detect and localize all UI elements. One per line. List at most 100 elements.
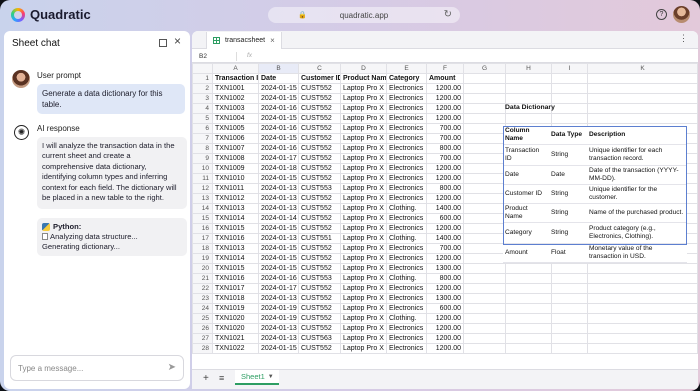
cell[interactable]: Laptop Pro X bbox=[340, 173, 387, 184]
dictionary-cell[interactable]: Date bbox=[503, 165, 549, 185]
cell[interactable]: 2024-01-14 bbox=[258, 213, 299, 224]
maximize-icon[interactable] bbox=[159, 39, 167, 47]
dictionary-cell[interactable]: String bbox=[549, 222, 587, 244]
more-options-icon[interactable]: ⋮ bbox=[679, 33, 688, 44]
row-number[interactable]: 13 bbox=[192, 193, 213, 204]
cell-reference[interactable]: B2 bbox=[199, 53, 207, 60]
cell[interactable]: CUST552 bbox=[298, 313, 341, 324]
cell[interactable]: 2024-01-16 bbox=[258, 273, 299, 284]
cell[interactable]: TXN1020 bbox=[212, 313, 259, 324]
cell[interactable]: Amount bbox=[426, 73, 464, 84]
empty-cell[interactable] bbox=[505, 73, 552, 84]
cell[interactable]: Clothing. bbox=[386, 313, 427, 324]
dictionary-cell[interactable]: Monetary value of the transaction in USD… bbox=[587, 243, 687, 263]
cell[interactable]: 2024-01-17 bbox=[258, 153, 299, 164]
cell[interactable]: CUST552 bbox=[298, 113, 341, 124]
close-icon[interactable]: × bbox=[174, 34, 181, 48]
empty-cell[interactable] bbox=[551, 273, 588, 284]
cell[interactable]: Laptop Pro X bbox=[340, 253, 387, 264]
add-sheet-icon[interactable]: + bbox=[203, 373, 209, 384]
cell[interactable]: Laptop Pro X bbox=[340, 183, 387, 194]
row-number[interactable]: 21 bbox=[192, 273, 213, 284]
cell[interactable]: Laptop Pro X bbox=[340, 343, 387, 354]
column-header[interactable]: I bbox=[551, 63, 588, 74]
row-number[interactable]: 4 bbox=[192, 103, 213, 114]
empty-cell[interactable] bbox=[463, 233, 506, 244]
row-number[interactable]: 26 bbox=[192, 323, 213, 334]
dictionary-cell[interactable]: String bbox=[549, 203, 587, 223]
row-number[interactable]: 27 bbox=[192, 333, 213, 344]
empty-cell[interactable] bbox=[587, 333, 698, 344]
cell[interactable]: 2024-01-13 bbox=[258, 333, 299, 344]
cell[interactable]: Electronics bbox=[386, 223, 427, 234]
cell[interactable]: TXN1001 bbox=[212, 83, 259, 94]
cell[interactable]: Electronics bbox=[386, 303, 427, 314]
cell[interactable]: TXN1015 bbox=[212, 263, 259, 274]
cell[interactable]: 2024-01-19 bbox=[258, 303, 299, 314]
empty-cell[interactable] bbox=[505, 263, 552, 274]
cell[interactable]: TXN1021 bbox=[212, 333, 259, 344]
cell[interactable]: 2024-01-15 bbox=[258, 253, 299, 264]
cell[interactable]: Electronics bbox=[386, 263, 427, 274]
cell[interactable]: 700.00 bbox=[426, 133, 464, 144]
dictionary-cell[interactable]: Amount bbox=[503, 243, 549, 263]
empty-cell[interactable] bbox=[551, 333, 588, 344]
cell[interactable]: TXN1022 bbox=[212, 343, 259, 354]
empty-cell[interactable] bbox=[463, 283, 506, 294]
empty-cell[interactable] bbox=[463, 313, 506, 324]
cell[interactable]: Laptop Pro X bbox=[340, 203, 387, 214]
cell[interactable]: Electronics bbox=[386, 283, 427, 294]
empty-cell[interactable] bbox=[463, 133, 506, 144]
empty-cell[interactable] bbox=[463, 253, 506, 264]
send-icon[interactable]: ➤ bbox=[168, 362, 176, 373]
cell[interactable]: TXN1013 bbox=[212, 203, 259, 214]
row-number[interactable]: 9 bbox=[192, 153, 213, 164]
fx-icon[interactable]: fx bbox=[247, 52, 252, 59]
cell[interactable]: 2024-01-17 bbox=[258, 283, 299, 294]
cell[interactable]: Electronics bbox=[386, 113, 427, 124]
dictionary-cell[interactable]: Description bbox=[587, 126, 687, 145]
cell[interactable]: TXN1019 bbox=[212, 303, 259, 314]
empty-cell[interactable] bbox=[505, 313, 552, 324]
cell[interactable]: 1200.00 bbox=[426, 193, 464, 204]
cell[interactable]: 1200.00 bbox=[426, 313, 464, 324]
cell[interactable]: 1300.00 bbox=[426, 293, 464, 304]
cell[interactable]: 1200.00 bbox=[426, 173, 464, 184]
empty-cell[interactable] bbox=[587, 303, 698, 314]
cell[interactable]: Electronics bbox=[386, 193, 427, 204]
row-number[interactable]: 17 bbox=[192, 233, 213, 244]
empty-cell[interactable] bbox=[505, 273, 552, 284]
row-number[interactable]: 14 bbox=[192, 203, 213, 214]
reload-icon[interactable]: ↻ bbox=[444, 9, 452, 20]
cell[interactable]: Electronics bbox=[386, 183, 427, 194]
cell[interactable]: Laptop Pro X bbox=[340, 233, 387, 244]
cell[interactable]: CUST552 bbox=[298, 323, 341, 334]
row-number[interactable]: 25 bbox=[192, 313, 213, 324]
empty-cell[interactable] bbox=[587, 313, 698, 324]
empty-cell[interactable] bbox=[463, 83, 506, 94]
cell[interactable]: TXN1017 bbox=[212, 283, 259, 294]
cell[interactable]: TXN1014 bbox=[212, 253, 259, 264]
cell[interactable]: TXN1012 bbox=[212, 193, 259, 204]
cell[interactable]: 800.00 bbox=[426, 273, 464, 284]
empty-cell[interactable] bbox=[587, 283, 698, 294]
cell[interactable]: Laptop Pro X bbox=[340, 333, 387, 344]
cell[interactable]: 1200.00 bbox=[426, 253, 464, 264]
cell[interactable]: CUST552 bbox=[298, 293, 341, 304]
cell[interactable]: 700.00 bbox=[426, 123, 464, 134]
empty-cell[interactable] bbox=[463, 223, 506, 234]
cell[interactable]: Customer ID bbox=[298, 73, 341, 84]
cell[interactable]: 1200.00 bbox=[426, 333, 464, 344]
cell[interactable]: TXN1007 bbox=[212, 143, 259, 154]
cell[interactable]: TXN1003 bbox=[212, 103, 259, 114]
empty-cell[interactable] bbox=[463, 183, 506, 194]
cell[interactable]: Laptop Pro X bbox=[340, 143, 387, 154]
empty-cell[interactable] bbox=[505, 333, 552, 344]
cell[interactable]: 1200.00 bbox=[426, 163, 464, 174]
row-number[interactable]: 1 bbox=[192, 73, 213, 84]
empty-cell[interactable] bbox=[463, 263, 506, 274]
row-number[interactable]: 3 bbox=[192, 93, 213, 104]
cell[interactable]: Electronics bbox=[386, 323, 427, 334]
dictionary-cell[interactable]: Float bbox=[549, 243, 587, 263]
cell[interactable]: Clothing. bbox=[386, 273, 427, 284]
